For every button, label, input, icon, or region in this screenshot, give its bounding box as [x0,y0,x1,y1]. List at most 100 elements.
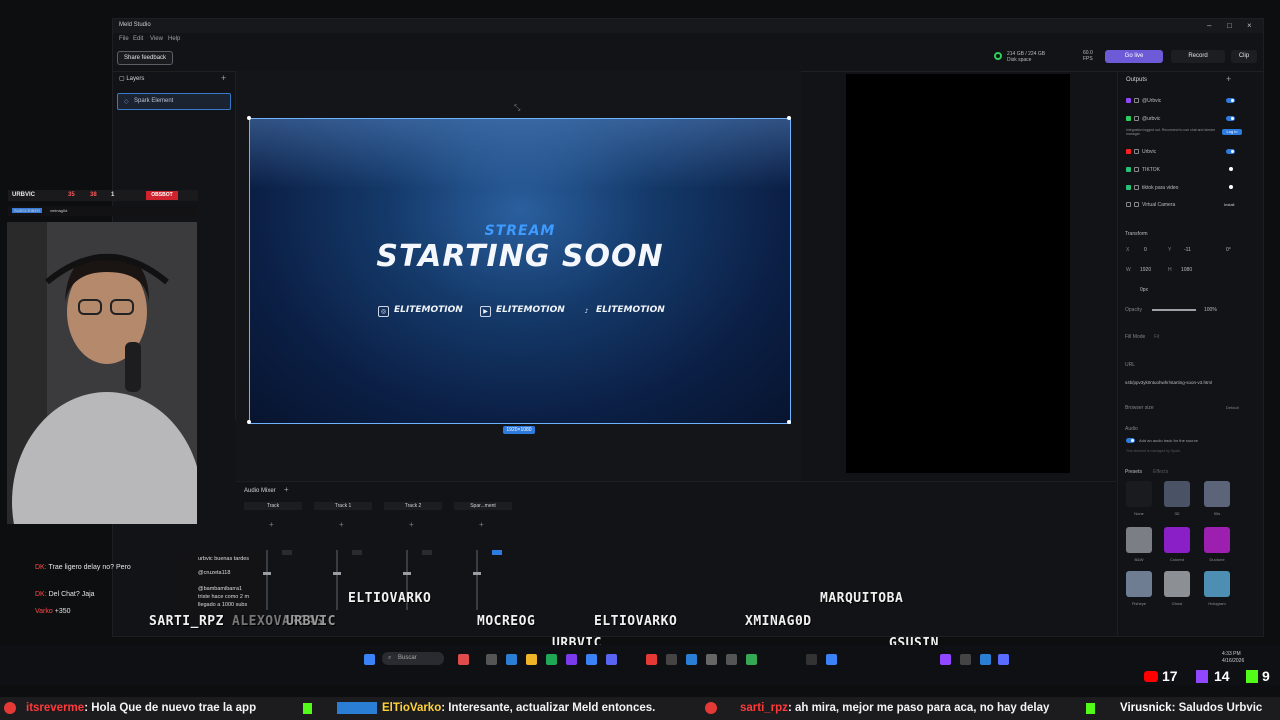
y-input[interactable]: -11 [1184,247,1191,253]
chrome-icon[interactable] [746,654,757,665]
preset-fisheye[interactable] [1126,571,1152,597]
preset-duotone[interactable] [1204,527,1230,553]
output-toggle[interactable] [1226,98,1235,103]
mixer-track[interactable]: Spar...ment + [454,502,512,612]
app-icon[interactable] [646,654,657,665]
add-icon[interactable]: + [409,520,414,529]
discord-icon[interactable] [606,654,617,665]
output-row[interactable]: TIKTOK [1126,167,1160,173]
output-toggle[interactable] [1226,149,1235,154]
menu-edit[interactable]: Edit [133,36,143,42]
add-icon[interactable]: + [479,520,484,529]
fader-knob[interactable] [403,572,411,575]
app-icon[interactable] [666,654,677,665]
go-live-button[interactable]: Go live [1105,50,1163,63]
preset-90s[interactable] [1204,481,1230,507]
expand-icon[interactable]: ⤡ [514,103,520,113]
menu-help[interactable]: Help [168,36,180,42]
menu-view[interactable]: View [150,36,163,42]
width-input[interactable]: 1920 [1140,267,1151,273]
mute-button[interactable] [352,550,362,555]
record-button[interactable]: Record [1171,50,1225,63]
taskbar-clock[interactable]: 4:33 PM 4/16/2026 [1222,651,1244,665]
rotation-input[interactable]: 0° [1226,247,1231,253]
add-track-icon[interactable]: + [284,485,289,494]
opacity-slider[interactable] [1152,309,1196,311]
resize-handle[interactable] [787,116,791,120]
youtube-count: 17 [1162,668,1178,684]
volume-fader[interactable] [266,550,268,610]
app-icon[interactable] [726,654,737,665]
preset-hologram[interactable] [1204,571,1230,597]
output-row[interactable]: tiktok para video [1126,185,1178,191]
taskbar-search[interactable]: ⌕ Buscar [382,652,444,665]
maximize-icon[interactable]: □ [1227,21,1232,30]
audio-toggle[interactable] [1126,438,1135,443]
preset-3d[interactable] [1164,481,1190,507]
app-icon[interactable] [826,654,837,665]
app-icon[interactable] [546,654,557,665]
mute-button[interactable] [492,550,502,555]
mute-button[interactable] [282,550,292,555]
install-button[interactable]: Install [1224,202,1234,207]
output-row[interactable]: @urbvic [1126,116,1160,122]
login-button[interactable]: Log in [1222,129,1242,135]
preset-colored[interactable] [1164,527,1190,553]
add-layer-icon[interactable]: + [221,73,226,83]
app-icon[interactable] [486,654,497,665]
browser-size-select[interactable]: Default [1226,405,1239,410]
webcam-feed [7,222,197,524]
app-icon[interactable] [940,654,951,665]
preset-none[interactable] [1126,481,1152,507]
fader-knob[interactable] [263,572,271,575]
radius-input[interactable]: 0px [1140,287,1148,293]
folder-icon[interactable] [526,654,537,665]
output-row[interactable]: Virtual Camera [1126,202,1175,208]
presets-tab[interactable]: Presets [1125,469,1142,475]
app-icon[interactable] [706,654,717,665]
app-icon[interactable] [566,654,577,665]
meld-icon[interactable] [998,654,1009,665]
volume-fader[interactable] [476,550,478,610]
stage-preview[interactable]: STREAM STARTING SOON ◎ ELITEMOTION ▶ ELITE… [249,118,791,424]
url-input[interactable]: s4b/ppv3yk0ntuohwhr/starting-soon-v3.htm… [1125,380,1212,385]
app-icon[interactable] [458,654,469,665]
fader-knob[interactable] [473,572,481,575]
menu-file[interactable]: File [119,36,129,42]
opacity-value: 100% [1204,307,1217,313]
output-status-dot[interactable] [1229,185,1233,189]
output-row[interactable]: @Urbvic [1126,98,1161,104]
add-icon[interactable]: + [339,520,344,529]
add-output-icon[interactable]: + [1226,74,1231,84]
kick-icon [1126,116,1131,121]
fill-mode-select[interactable]: Fit [1154,334,1160,340]
app-icon[interactable] [506,654,517,665]
resize-handle[interactable] [787,420,791,424]
height-input[interactable]: 1080 [1181,267,1192,273]
share-feedback-button[interactable]: Share feedback [117,51,174,65]
output-row[interactable]: Urbvic [1126,149,1156,155]
resize-handle[interactable] [247,420,251,424]
output-status-dot[interactable] [1229,167,1233,171]
mute-button[interactable] [422,550,432,555]
obs-icon[interactable] [806,654,817,665]
clip-button[interactable]: Clip [1231,50,1257,63]
add-icon[interactable]: + [269,520,274,529]
layer-item-spark-element[interactable]: ◇ Spark Element [117,93,231,110]
effects-tab[interactable]: Effects [1153,469,1168,475]
minimize-icon[interactable]: – [1207,21,1211,30]
fader-knob[interactable] [333,572,341,575]
ticker-text: ah mira, mejor me paso para aca, no hay … [794,702,1050,714]
app-icon[interactable] [960,654,971,665]
x-input[interactable]: 0 [1144,247,1147,253]
app-icon[interactable] [980,654,991,665]
close-icon[interactable]: × [1247,21,1252,30]
output-toggle[interactable] [1226,116,1235,121]
resize-handle[interactable] [247,116,251,120]
app-icon[interactable] [686,654,697,665]
windows-start-icon[interactable] [364,654,375,665]
app-icon[interactable] [586,654,597,665]
preset-bw[interactable] [1126,527,1152,553]
preset-ghost[interactable] [1164,571,1190,597]
volume-fader[interactable] [336,550,338,610]
